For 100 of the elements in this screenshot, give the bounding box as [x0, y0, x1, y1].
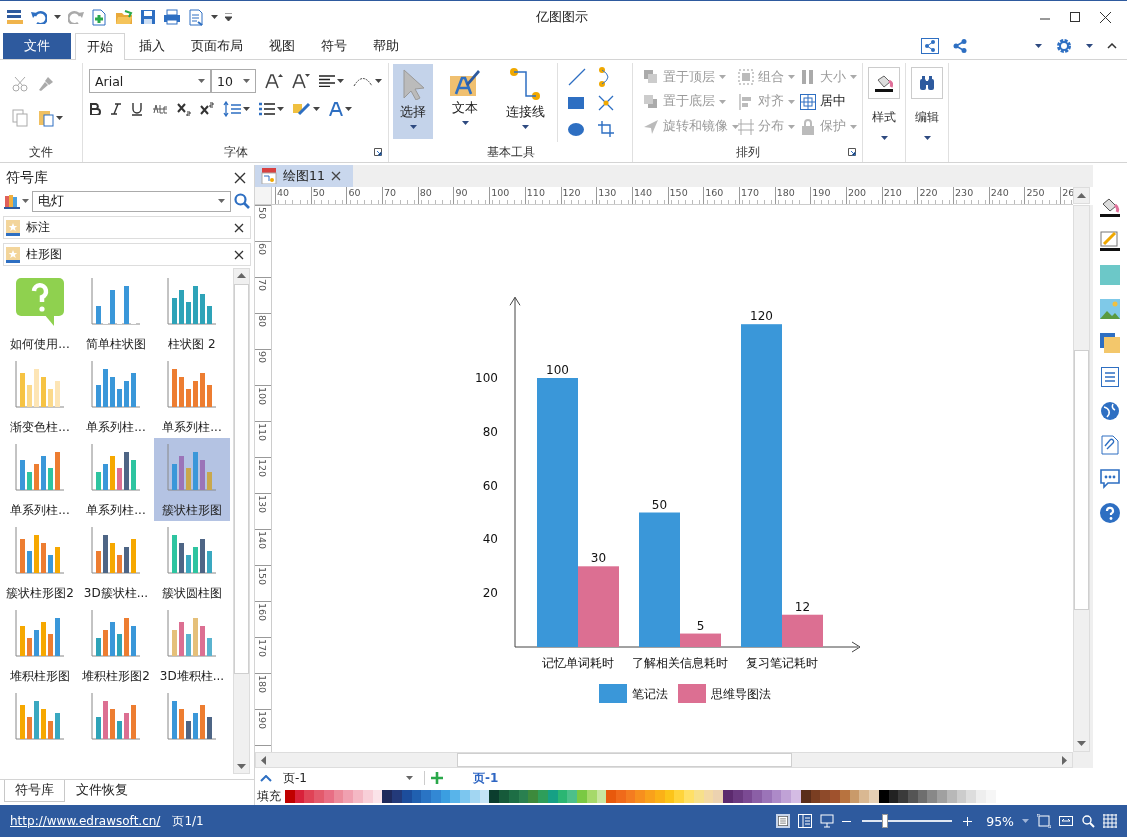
ribbon-tab[interactable]: 符号: [309, 33, 359, 59]
ruler-label: 160: [703, 187, 739, 204]
ruler-label: 140: [257, 531, 268, 550]
ruler-label: 50: [257, 207, 268, 220]
ruler-label: 120: [560, 187, 597, 204]
ribbon-tab[interactable]: 页面布局: [179, 33, 255, 59]
panel-title: 符号库: [6, 168, 48, 187]
axis-tick-label: 60: [482, 478, 498, 493]
symbol-item[interactable]: 简单柱状图: [78, 272, 154, 355]
ruler-label: 90: [257, 351, 268, 364]
symbol-item[interactable]: 簇状柱形图: [154, 438, 230, 521]
symbol-item[interactable]: 单系列柱...: [78, 438, 154, 521]
page-tab[interactable]: 页-1: [467, 768, 505, 788]
ribbon-tab[interactable]: 开始: [75, 33, 125, 60]
ribbon-tab[interactable]: 插入: [127, 33, 177, 59]
website-link[interactable]: http://www.edrawsoft.cn/: [10, 814, 161, 828]
ribbon-tab[interactable]: 视图: [257, 33, 307, 59]
ruler-label: 60: [346, 187, 383, 204]
palette-label: 填充: [257, 788, 281, 805]
ruler-label: 170: [257, 639, 268, 658]
ruler-label: 90: [453, 187, 490, 204]
symbol-item[interactable]: 簇状柱形图2: [2, 521, 78, 604]
arrange-command[interactable]: 居中: [800, 93, 854, 110]
axis-tick-label: 40: [482, 532, 498, 547]
ruler-label: 60: [257, 243, 268, 256]
axis-tick-label: 100: [475, 371, 498, 385]
document-tab[interactable]: 绘图11: [255, 165, 353, 187]
group-label: 字体: [223, 143, 248, 161]
library-category[interactable]: 标注: [3, 216, 251, 239]
panel-tab[interactable]: 文件恢复: [65, 780, 139, 802]
legend-label: 思维导图法: [711, 687, 771, 701]
ruler-label: 130: [596, 187, 632, 204]
symbol-item[interactable]: 3D簇状柱...: [78, 521, 154, 604]
category-label: 标注: [26, 219, 51, 236]
file-menu-button[interactable]: 文件: [3, 33, 71, 59]
ruler-label: 120: [257, 459, 268, 478]
symbol-item[interactable]: 堆积柱形图: [2, 604, 78, 687]
style-menu-label[interactable]: 样式: [872, 109, 896, 126]
symbol-item[interactable]: 如何使用...: [2, 272, 78, 355]
axis-tick-label: 20: [482, 586, 498, 601]
ruler-label: 220: [917, 187, 954, 204]
ruler-label: 250: [1024, 187, 1061, 204]
symbol-item[interactable]: 单系列柱...: [78, 355, 154, 438]
data-label: 30: [590, 551, 607, 566]
category-label: 柱形图: [26, 246, 63, 263]
symbol-item[interactable]: 单系列柱...: [154, 355, 230, 438]
category-label: 了解相关信息耗时: [632, 656, 728, 670]
ruler-label: 180: [774, 187, 811, 204]
ruler-label: 160: [257, 603, 268, 622]
search-field[interactable]: 电灯: [32, 190, 231, 212]
symbol-item[interactable]: 堆积柱形图2: [78, 604, 154, 687]
style-menu-label[interactable]: 编辑: [915, 109, 939, 126]
data-label: 12: [794, 599, 811, 614]
symbol-item[interactable]: 簇状圆柱图: [154, 521, 230, 604]
ruler-label: 110: [257, 423, 268, 442]
ruler-label: 130: [257, 495, 268, 514]
axis-tick-label: 80: [482, 424, 498, 439]
window-title: 亿图图示: [535, 8, 589, 26]
ruler-label: 190: [810, 187, 846, 204]
ruler-label: 70: [257, 279, 268, 292]
library-category[interactable]: 柱形图: [3, 243, 251, 266]
ruler-label: 70: [382, 187, 418, 204]
group-label: 基本工具: [486, 143, 535, 161]
panel-tab[interactable]: 符号库: [4, 780, 65, 802]
ruler-label: 170: [738, 187, 775, 204]
tool-button[interactable]: 文本: [437, 64, 493, 139]
ruler-label: 180: [257, 675, 268, 694]
document-title: 绘图11: [283, 167, 325, 185]
ruler-label: 50: [310, 187, 347, 204]
ruler-label: 240: [988, 187, 1025, 204]
zoom-level[interactable]: 95%: [986, 813, 1014, 829]
group-label: 排列: [735, 143, 760, 161]
tool-button[interactable]: 连接线: [497, 64, 553, 139]
ruler-label: 150: [667, 187, 704, 204]
group-label: 文件: [29, 143, 53, 161]
data-label: 50: [651, 497, 668, 512]
font-size-field[interactable]: 10: [211, 69, 256, 93]
data-label: 100: [546, 363, 569, 377]
ruler-label: 40: [275, 187, 311, 204]
ruler-label: 150: [257, 567, 268, 586]
symbol-item[interactable]: 单系列柱...: [2, 438, 78, 521]
symbol-item[interactable]: 3D堆积柱...: [154, 604, 230, 687]
ruler-label: 80: [417, 187, 454, 204]
symbol-item[interactable]: 渐变色柱...: [2, 355, 78, 438]
ruler-label: 80: [257, 315, 268, 328]
ruler-label: 210: [881, 187, 918, 204]
ruler-label: 100: [257, 387, 268, 406]
data-label: 120: [750, 309, 773, 324]
ruler-label: 230: [953, 187, 989, 204]
category-label: 复习笔记耗时: [746, 656, 818, 670]
ruler-label: 100: [489, 187, 525, 204]
legend-label: 笔记法: [632, 687, 668, 701]
ruler-label: 200: [846, 187, 882, 204]
ruler-label: 190: [257, 711, 268, 730]
ruler-label: 110: [524, 187, 561, 204]
symbol-item[interactable]: 柱状图 2: [154, 272, 230, 355]
font-field[interactable]: Arial: [89, 69, 211, 93]
ribbon-tab[interactable]: 帮助: [361, 33, 411, 59]
tool-button[interactable]: 选择: [393, 64, 433, 139]
ruler-label: 140: [631, 187, 668, 204]
